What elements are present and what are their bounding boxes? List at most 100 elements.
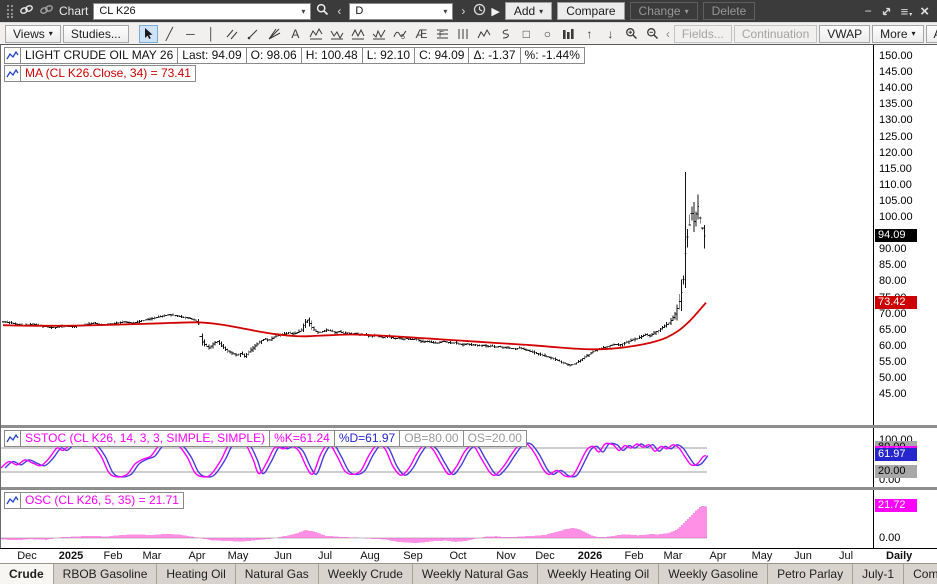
osc-study-label[interactable]: OSC (CL K26, 5, 35) = 21.71 <box>20 492 184 509</box>
tab-commodity-index[interactable]: Commodity Index <box>904 564 937 584</box>
contract-name-label[interactable]: LIGHT CRUDE OIL MAY 26 <box>20 47 179 64</box>
low-price-label: L: 92.10 <box>361 47 416 64</box>
month-label: Sep <box>403 550 423 562</box>
studies-button[interactable]: Studies... <box>62 24 129 43</box>
price-tick-label: 80.00 <box>879 275 907 288</box>
vwap-button[interactable]: VWAP <box>819 24 871 43</box>
add-dropdown-icon[interactable]: ▾ <box>539 7 543 16</box>
month-label: Jun <box>794 550 812 562</box>
period-dropdown-icon[interactable]: ▾ <box>443 7 447 16</box>
rectangle-tool-button[interactable]: □ <box>517 25 536 43</box>
month-label: Mar <box>663 550 683 562</box>
tab-weekly-crude[interactable]: Weekly Crude <box>319 564 413 584</box>
sstoc-series-icon[interactable] <box>4 430 21 447</box>
tab-natural-gas[interactable]: Natural Gas <box>236 564 319 584</box>
zigzag-tool-5-button[interactable] <box>475 25 494 43</box>
squiggle-tool-button[interactable] <box>496 25 515 43</box>
panel-splitter[interactable] <box>1 487 937 490</box>
link-icon[interactable] <box>19 4 34 18</box>
price-tick-label: 135.00 <box>879 98 913 111</box>
sstoc-d-label: %D=61.97 <box>333 430 401 447</box>
tab-rbob-gasoline[interactable]: RBOB Gasoline <box>54 564 158 584</box>
ma-study-label[interactable]: MA (CL K26.Close, 34) = 73.41 <box>20 65 196 82</box>
pitchfork-tool-button[interactable]: Æ <box>412 25 431 43</box>
elliott-wave-tool-button[interactable]: 5 <box>391 25 410 43</box>
month-label: Jul <box>317 550 333 562</box>
osc-value-badge: 21.72 <box>875 498 917 512</box>
tab-petro-parlay[interactable]: Petro Parlay <box>768 564 854 584</box>
minimize-icon[interactable]: − <box>865 4 872 18</box>
tab-heating-oil[interactable]: Heating Oil <box>157 564 236 584</box>
clock-icon[interactable] <box>473 3 486 19</box>
restore-icon[interactable] <box>881 6 892 17</box>
osc-series-icon[interactable] <box>4 492 21 509</box>
drag-handle-icon[interactable] <box>6 4 14 18</box>
more-dropdown-icon[interactable]: ▾ <box>912 29 916 38</box>
vertical-line-tool-button[interactable]: │ <box>202 25 221 43</box>
zigzag-tool-3-button[interactable] <box>349 25 368 43</box>
tab-crude[interactable]: Crude <box>0 564 54 584</box>
month-label: Mar <box>142 550 162 562</box>
pointer-tool-button[interactable] <box>138 24 158 43</box>
text-tool-button[interactable]: A <box>286 25 305 43</box>
close-icon[interactable]: × <box>920 4 929 19</box>
sstoc-study-label[interactable]: SSTOC (CL K26, 14, 3, 3, SIMPLE, SIMPLE) <box>20 430 271 447</box>
osc-tick-label: 0.00 <box>879 532 901 544</box>
change-button[interactable]: Change ▾ <box>629 2 698 20</box>
ma-series-icon[interactable] <box>4 65 21 82</box>
date-axis[interactable]: Daily Dec 2025 Feb Mar Apr May Jun Jul Aug Sep Oct… <box>0 548 937 563</box>
tab-july-1[interactable]: July-1 <box>853 564 905 584</box>
play-button[interactable]: ▶ <box>491 5 499 18</box>
delete-button[interactable]: Delete <box>702 2 756 20</box>
chart-plot-area[interactable] <box>1 45 873 549</box>
ellipse-tool-button[interactable]: ○ <box>538 25 557 43</box>
symbol-input[interactable]: CL K26 ▾ <box>93 2 312 20</box>
fibonacci-tool-button[interactable]: F <box>433 25 452 43</box>
search-icon[interactable] <box>316 3 329 19</box>
window-type-label: Chart <box>59 4 89 18</box>
ray-tool-button[interactable] <box>244 25 263 43</box>
zoom-out-button[interactable] <box>643 25 662 43</box>
add-button[interactable]: Add ▾ <box>504 2 553 20</box>
period-input[interactable]: D ▾ <box>349 2 454 20</box>
price-tick-label: 70.00 <box>879 307 907 320</box>
continuation-button[interactable]: Continuation <box>733 24 818 43</box>
tab-weekly-gasoline[interactable]: Weekly Gasoline <box>659 564 769 584</box>
tab-weekly-heating-oil[interactable]: Weekly Heating Oil <box>538 564 660 584</box>
fields-button[interactable]: Fields... <box>673 24 732 43</box>
views-dropdown-icon[interactable]: ▾ <box>49 29 53 38</box>
parallel-lines-tool-button[interactable] <box>223 25 242 43</box>
period-value: D <box>355 5 364 17</box>
period-next-button[interactable]: › <box>458 4 468 18</box>
zigzag-tool-4-button[interactable] <box>370 25 389 43</box>
tab-weekly-natural-gas[interactable]: Weekly Natural Gas <box>413 564 539 584</box>
month-label: Dec <box>17 550 37 562</box>
collapse-tools-icon[interactable]: ‹ <box>664 25 672 43</box>
price-series-icon[interactable] <box>4 47 21 64</box>
cycle-lines-tool-button[interactable] <box>454 25 473 43</box>
zigzag-tool-2-button[interactable] <box>328 25 347 43</box>
window-menu-icon[interactable]: ≡ ▾ <box>901 4 913 19</box>
price-axis[interactable]: 150.00 145.00 140.00 135.00 130.00 125.00 120.… <box>873 45 937 549</box>
views-button[interactable]: Views ▾ <box>5 24 61 43</box>
link-alt-icon[interactable] <box>39 4 54 18</box>
period-prev-button[interactable]: ‹ <box>334 4 344 18</box>
change-dropdown-icon: ▾ <box>684 6 689 16</box>
price-header-row: LIGHT CRUDE OIL MAY 26 Last: 94.09 O: 98… <box>4 47 585 64</box>
close-price-label: C: 94.09 <box>414 47 470 64</box>
trendline-tool-button[interactable]: ╱ <box>160 25 179 43</box>
advanced-button[interactable]: Advanced▾ <box>925 24 937 43</box>
fan-lines-tool-button[interactable] <box>265 25 284 43</box>
zoom-in-button[interactable] <box>622 25 641 43</box>
more-button[interactable]: More ▾ <box>872 24 924 43</box>
horizontal-line-tool-button[interactable]: ─ <box>181 25 200 43</box>
volume-bars-tool-button[interactable] <box>559 25 578 43</box>
panel-splitter[interactable] <box>1 425 937 428</box>
arrow-down-tool-button[interactable]: ↓ <box>601 25 620 43</box>
zigzag-tool-1-button[interactable] <box>307 25 326 43</box>
sstoc-oversold-badge: 20.00 <box>875 465 917 478</box>
arrow-up-tool-button[interactable]: ↑ <box>580 25 599 43</box>
symbol-dropdown-icon[interactable]: ▾ <box>301 7 305 16</box>
compare-button[interactable]: Compare <box>557 2 625 20</box>
price-panel-canvas[interactable] <box>1 45 873 425</box>
